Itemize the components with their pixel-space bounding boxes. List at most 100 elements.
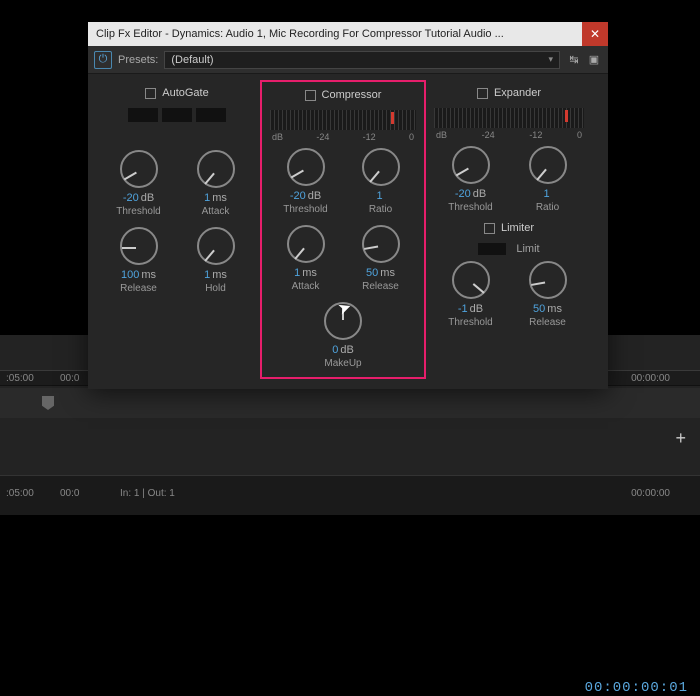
ruler-tick: :05:00 [6, 373, 34, 384]
compressor-title: Compressor [322, 89, 382, 101]
unit: dB [470, 303, 483, 315]
knob-icon[interactable] [324, 302, 362, 340]
autogate-threshold[interactable]: -20dB Threshold [103, 150, 175, 217]
unit: ms [212, 269, 227, 281]
label: Threshold [283, 204, 327, 215]
unit: dB [308, 190, 321, 202]
compressor-release[interactable]: 50ms Release [345, 225, 417, 292]
preset-selected-value: (Default) [171, 54, 213, 66]
knob-icon[interactable] [120, 150, 158, 188]
knob-icon[interactable] [529, 146, 567, 184]
autogate-checkbox[interactable] [145, 88, 156, 99]
clip-fx-editor-window: Clip Fx Editor - Dynamics: Audio 1, Mic … [88, 22, 608, 389]
unit: dB [340, 344, 353, 356]
undock-button[interactable]: ▣ [586, 52, 602, 68]
expander-title: Expander [494, 87, 541, 99]
label: MakeUp [324, 358, 361, 369]
label: Threshold [116, 206, 160, 217]
autogate-module: AutoGate -20dB Threshold 1ms Attack [94, 80, 260, 379]
expander-scale: dB -24 -12 0 [432, 130, 586, 146]
preset-dropdown[interactable]: (Default) ▾ [164, 51, 560, 69]
power-icon: ⏻ [99, 53, 108, 66]
footer-tick: 00:0 [60, 488, 79, 499]
autogate-hold[interactable]: 1ms Hold [180, 227, 252, 294]
compressor-threshold[interactable]: -20dB Threshold [270, 148, 342, 215]
ruler-tick: 00:0 [60, 373, 79, 384]
expander-meter [434, 108, 584, 128]
compressor-makeup[interactable]: 0dB MakeUp [307, 302, 379, 369]
value: 1 [543, 188, 549, 200]
route-icon: ↹ [569, 53, 578, 66]
sidechain-button[interactable]: ↹ [566, 52, 582, 68]
label: Threshold [448, 317, 492, 328]
knob-icon[interactable] [452, 261, 490, 299]
knob-icon[interactable] [287, 225, 325, 263]
limiter-release[interactable]: 50ms Release [512, 261, 584, 328]
titlebar[interactable]: Clip Fx Editor - Dynamics: Audio 1, Mic … [88, 22, 608, 46]
footer-tick: :05:00 [6, 488, 34, 499]
unit: ms [212, 192, 227, 204]
modules-row: AutoGate -20dB Threshold 1ms Attack [88, 74, 608, 389]
expander-ratio[interactable]: 1 Ratio [512, 146, 584, 213]
autogate-attack[interactable]: 1ms Attack [180, 150, 252, 217]
value: 1 [294, 267, 300, 279]
unit: ms [302, 267, 317, 279]
limit-label: Limit [516, 243, 539, 255]
compressor-attack[interactable]: 1ms Attack [270, 225, 342, 292]
footer-bar: :05:00 00:0 In: 1 | Out: 1 00:00:00 [0, 475, 700, 515]
ruler-tick: 00:00:00 [631, 373, 670, 384]
expander-threshold[interactable]: -20dB Threshold [435, 146, 507, 213]
expander-module: Expander dB -24 -12 0 -20dB Threshol [426, 80, 592, 215]
compressor-ratio[interactable]: 1 Ratio [345, 148, 417, 215]
limit-indicator [478, 243, 506, 255]
value: -20 [455, 188, 471, 200]
knob-icon[interactable] [362, 225, 400, 263]
label: Release [362, 281, 399, 292]
limiter-title: Limiter [501, 222, 534, 234]
chevron-down-icon: ▾ [548, 54, 553, 65]
knob-icon[interactable] [120, 227, 158, 265]
knob-icon[interactable] [452, 146, 490, 184]
value: -20 [290, 190, 306, 202]
window-icon: ▣ [589, 53, 599, 66]
close-icon: ✕ [590, 27, 600, 41]
presets-label: Presets: [118, 54, 158, 66]
value: 1 [204, 269, 210, 281]
unit: ms [380, 267, 395, 279]
compressor-meter [270, 110, 416, 130]
power-toggle[interactable]: ⏻ [94, 51, 112, 69]
label: Hold [205, 283, 226, 294]
timecode-display: 00:00:00:01 [585, 680, 688, 696]
knob-icon[interactable] [287, 148, 325, 186]
unit: ms [547, 303, 562, 315]
knob-icon[interactable] [197, 227, 235, 265]
limiter-module: Limiter Limit -1dB Threshold 50ms Re [426, 215, 592, 336]
label: Threshold [448, 202, 492, 213]
timeline-track[interactable] [0, 388, 700, 418]
close-button[interactable]: ✕ [582, 22, 608, 46]
knob-icon[interactable] [197, 150, 235, 188]
add-track-button[interactable]: + [675, 428, 686, 449]
label: Attack [202, 206, 230, 217]
value: -20 [123, 192, 139, 204]
preset-bar: ⏻ Presets: (Default) ▾ ↹ ▣ [88, 46, 608, 74]
marker-icon[interactable] [42, 396, 54, 410]
limiter-checkbox[interactable] [484, 223, 495, 234]
value: 1 [204, 192, 210, 204]
value: 50 [533, 303, 545, 315]
autogate-state-meter [102, 108, 252, 128]
value: -1 [458, 303, 468, 315]
knob-icon[interactable] [362, 148, 400, 186]
window-title: Clip Fx Editor - Dynamics: Audio 1, Mic … [96, 28, 582, 40]
compressor-scale: dB -24 -12 0 [268, 132, 418, 148]
expander-checkbox[interactable] [477, 88, 488, 99]
limiter-threshold[interactable]: -1dB Threshold [435, 261, 507, 328]
knob-icon[interactable] [529, 261, 567, 299]
autogate-release[interactable]: 100ms Release [103, 227, 175, 294]
label: Release [120, 283, 157, 294]
value: 50 [366, 267, 378, 279]
in-out-label: In: 1 | Out: 1 [120, 488, 175, 499]
compressor-checkbox[interactable] [305, 90, 316, 101]
unit: dB [473, 188, 486, 200]
value: 0 [332, 344, 338, 356]
